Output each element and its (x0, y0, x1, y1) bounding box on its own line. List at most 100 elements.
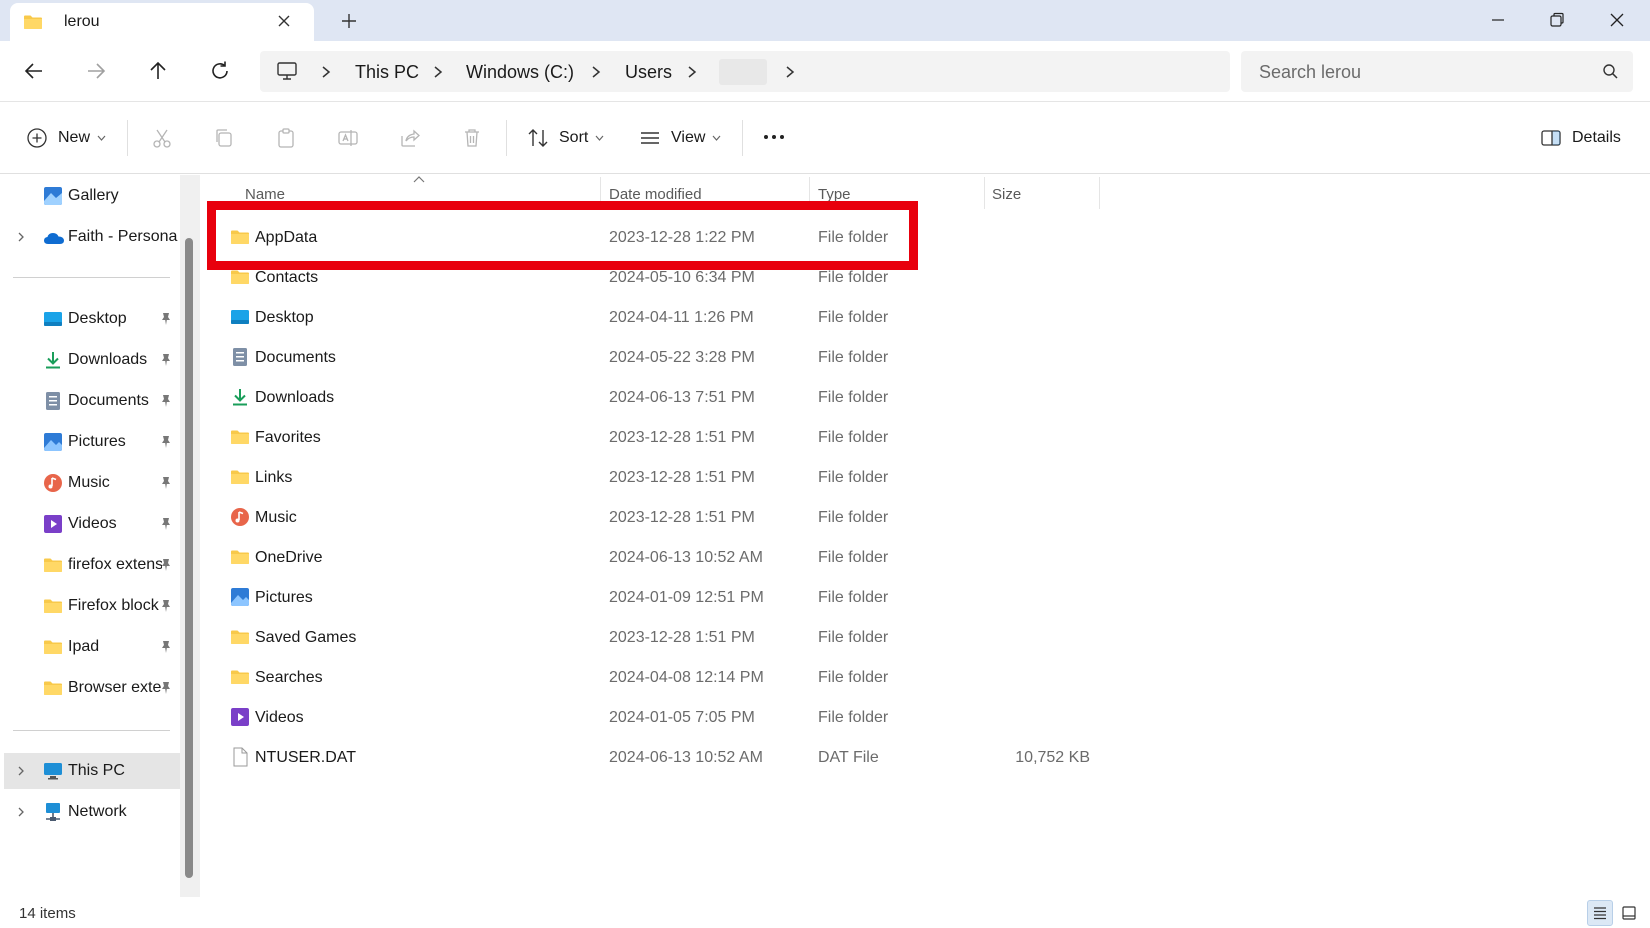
more-options-icon[interactable] (762, 132, 786, 142)
file-row[interactable]: AppData 2023-12-28 1:22 PM File folder (220, 217, 1100, 257)
folder-icon (230, 549, 250, 565)
column-divider[interactable] (809, 177, 810, 209)
sidebar-item-browser-extensions[interactable]: Browser extensions (0, 670, 178, 706)
column-header-type[interactable]: Type (818, 186, 851, 203)
file-row[interactable]: Documents 2024-05-22 3:28 PM File folder (220, 337, 1100, 377)
sidebar-item-videos[interactable]: Videos (0, 506, 178, 542)
file-row[interactable]: Desktop 2024-04-11 1:26 PM File folder (220, 297, 1100, 337)
search-placeholder: Search lerou (1259, 62, 1362, 82)
breadcrumb-users[interactable]: Users (625, 62, 672, 83)
sidebar-scrollbar[interactable] (180, 175, 200, 897)
minimize-icon[interactable] (1488, 10, 1508, 30)
breadcrumb-this-pc[interactable]: This PC (355, 62, 419, 83)
file-date: 2024-05-22 3:28 PM (609, 349, 755, 366)
breadcrumb-windows-c[interactable]: Windows (C:) (466, 62, 574, 83)
paste-icon[interactable] (275, 127, 297, 149)
address-bar[interactable]: This PC Windows (C:) Users (260, 51, 1230, 92)
search-icon[interactable] (1602, 63, 1619, 80)
file-row[interactable]: Pictures 2024-01-09 12:51 PM File folder (220, 577, 1100, 617)
file-name: Videos (255, 709, 304, 726)
sidebar-item-pictures[interactable]: Pictures (0, 424, 178, 460)
file-row[interactable]: Music 2023-12-28 1:51 PM File folder (220, 497, 1100, 537)
sort-label: Sort (559, 129, 589, 146)
search-box[interactable]: Search lerou (1241, 51, 1633, 92)
desktop-icon (230, 309, 250, 325)
sidebar-item-label: Gallery (68, 187, 119, 204)
folder-icon (43, 680, 63, 696)
file-row[interactable]: NTUSER.DAT 2024-06-13 10:52 AM DAT File … (220, 737, 1100, 777)
file-name: Saved Games (255, 629, 357, 646)
share-icon[interactable] (399, 127, 421, 149)
sidebar-item-ipad[interactable]: Ipad (0, 629, 178, 665)
copy-icon[interactable] (213, 127, 235, 149)
up-arrow-icon[interactable] (146, 59, 170, 83)
downloads-icon (230, 387, 250, 407)
sidebar-item-label: firefox extensions (68, 556, 162, 573)
sidebar-item-gallery[interactable]: Gallery (0, 178, 178, 214)
breadcrumb-current-folder[interactable] (719, 59, 767, 85)
downloads-icon (43, 350, 63, 370)
sidebar-item-firefox-block[interactable]: Firefox block (0, 588, 178, 624)
file-date: 2024-01-09 12:51 PM (609, 589, 764, 606)
file-type: File folder (818, 589, 889, 606)
sidebar-item-this-pc[interactable]: This PC (4, 753, 182, 789)
file-type: File folder (818, 629, 889, 646)
scrollbar-thumb[interactable] (185, 238, 193, 878)
sidebar-item-network[interactable]: Network (0, 794, 178, 830)
close-tab-icon[interactable] (276, 13, 292, 29)
column-header-name[interactable]: Name (245, 186, 285, 203)
chevron-right-icon[interactable] (17, 765, 25, 777)
sort-button[interactable]: Sort (527, 126, 604, 150)
column-divider[interactable] (1099, 177, 1100, 209)
sidebar-item-desktop[interactable]: Desktop (0, 301, 178, 337)
new-tab-icon[interactable] (340, 12, 358, 30)
documents-icon (230, 347, 250, 367)
file-row[interactable]: Videos 2024-01-05 7:05 PM File folder (220, 697, 1100, 737)
file-icon (230, 747, 250, 767)
tab-lerou[interactable]: lerou (10, 3, 314, 41)
file-type: File folder (818, 429, 889, 446)
file-row[interactable]: Links 2023-12-28 1:51 PM File folder (220, 457, 1100, 497)
details-view-button[interactable] (1587, 900, 1613, 926)
column-divider[interactable] (600, 177, 601, 209)
column-divider[interactable] (984, 177, 985, 209)
delete-icon[interactable] (461, 127, 483, 149)
details-pane-button[interactable]: Details (1540, 126, 1621, 150)
file-row[interactable]: Downloads 2024-06-13 7:51 PM File folder (220, 377, 1100, 417)
file-row[interactable]: Searches 2024-04-08 12:14 PM File folder (220, 657, 1100, 697)
pin-icon (160, 599, 172, 613)
rename-icon[interactable] (337, 127, 359, 149)
restore-icon[interactable] (1547, 10, 1567, 30)
pin-icon (160, 476, 172, 490)
cut-icon[interactable] (151, 127, 173, 149)
chevron-right-icon (320, 65, 332, 79)
file-name: Downloads (255, 389, 335, 406)
chevron-right-icon[interactable] (17, 806, 25, 818)
new-button[interactable]: New (26, 126, 106, 150)
sidebar-item-label: Music (68, 474, 110, 491)
close-window-icon[interactable] (1607, 10, 1627, 30)
chevron-right-icon[interactable] (17, 231, 25, 243)
pin-icon (160, 517, 172, 531)
sidebar-item-label: Browser extensions (68, 679, 162, 696)
sidebar-item-music[interactable]: Music (0, 465, 178, 501)
sidebar-item-onedrive-personal[interactable]: Faith - Personal (0, 219, 178, 255)
file-name: Searches (255, 669, 323, 686)
folder-icon (23, 14, 43, 30)
back-arrow-icon[interactable] (22, 59, 46, 83)
sidebar-item-firefox-extensions[interactable]: firefox extensions (0, 547, 178, 583)
file-row[interactable]: Saved Games 2023-12-28 1:51 PM File fold… (220, 617, 1100, 657)
sidebar-item-documents[interactable]: Documents (0, 383, 178, 419)
forward-arrow-icon[interactable] (84, 59, 108, 83)
folder-icon (230, 269, 250, 285)
view-button[interactable]: View (639, 126, 721, 150)
sidebar-item-downloads[interactable]: Downloads (0, 342, 178, 378)
file-row[interactable]: OneDrive 2024-06-13 10:52 AM File folder (220, 537, 1100, 577)
folder-icon (230, 429, 250, 445)
refresh-icon[interactable] (208, 59, 232, 83)
tiles-view-button[interactable] (1616, 900, 1642, 926)
file-row[interactable]: Contacts 2024-05-10 6:34 PM File folder (220, 257, 1100, 297)
column-header-size[interactable]: Size (992, 186, 1021, 203)
file-row[interactable]: Favorites 2023-12-28 1:51 PM File folder (220, 417, 1100, 457)
column-header-date[interactable]: Date modified (609, 186, 702, 203)
